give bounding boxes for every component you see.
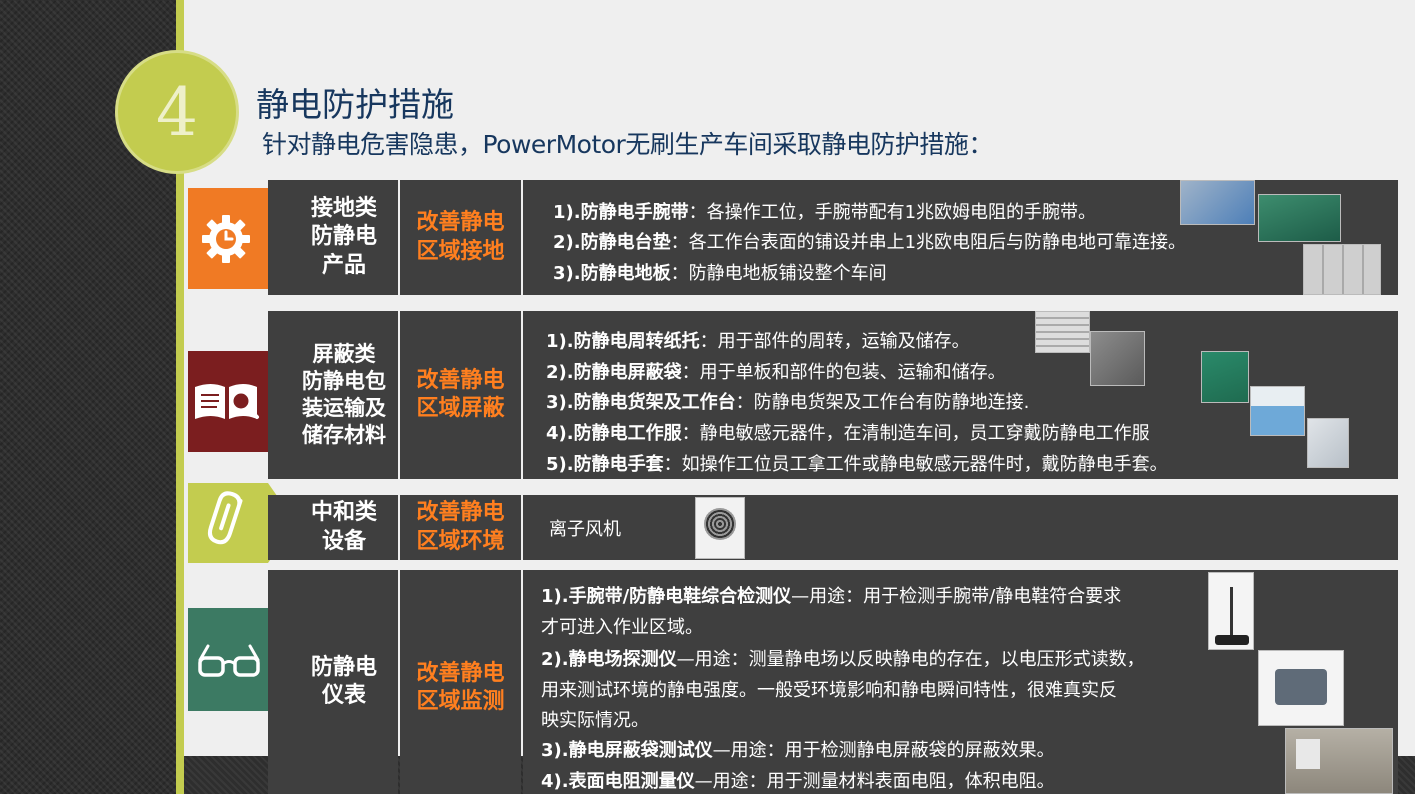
list-item: 才可进入作业区域。 — [541, 617, 703, 638]
tester-panel-icon — [1296, 739, 1320, 769]
book-search-icon — [195, 384, 259, 419]
list-item: 3).静电屏蔽袋测试仪—用途：用于检测静电屏蔽袋的屏蔽效果。 — [541, 740, 1055, 761]
list-item: 用来测试环境的静电强度。一般受环境影响和静电瞬间特性，很难真实反 — [541, 680, 1117, 701]
ion-fan-photo — [695, 497, 745, 559]
field-meter-photo — [1258, 650, 1344, 726]
gear-clock-icon — [202, 215, 250, 263]
shielding-bag-photo — [1090, 331, 1145, 386]
wrist-shoe-tester-photo — [1208, 572, 1254, 650]
slide-title: 静电防护措施 — [256, 85, 454, 124]
floor-tile-photo — [1303, 244, 1381, 295]
gloves-photo — [1307, 418, 1349, 468]
row-instruments: 防静电 仪表 改善静电 区域监测 1).手腕带/防静电鞋综合检测仪—用途：用于检… — [188, 570, 1398, 794]
workwear-photo — [1250, 386, 1305, 436]
list-item: 1).防静电周转纸托：用于部件的周转，运输及储存。 — [546, 331, 970, 352]
row-goal: 改善静电 区域环境 — [400, 495, 521, 560]
shelf-bench-photo — [1201, 351, 1249, 403]
list-item: 离子风机 — [549, 519, 621, 540]
tester-stand-icon — [1230, 587, 1233, 637]
row-details: 1).手腕带/防静电鞋综合检测仪—用途：用于检测手腕带/静电鞋符合要求 才可进入… — [523, 570, 1398, 794]
list-item: 2).防静电屏蔽袋：用于单板和部件的包装、运输和储存。 — [546, 362, 1006, 383]
wrist-strap-photo — [1180, 180, 1255, 225]
bag-tester-photo — [1285, 728, 1393, 794]
list-item: 1).手腕带/防静电鞋综合检测仪—用途：用于检测手腕带/静电鞋符合要求 — [541, 586, 1122, 607]
row-shielding: 屏蔽类 防静电包 装运输及 储存材料 改善静电 区域屏蔽 1).防静电周转纸托：… — [188, 311, 1398, 479]
glasses-icon — [198, 644, 260, 677]
list-item: 3).防静电地板：防静电地板铺设整个车间 — [553, 263, 887, 284]
list-item: 映实际情况。 — [541, 710, 649, 731]
list-item: 1).防静电手腕带：各操作工位，手腕带配有1兆欧姆电阻的手腕带。 — [553, 202, 1097, 223]
row-details: 离子风机 — [523, 495, 1398, 560]
row-goal: 改善静电 区域接地 — [400, 180, 521, 295]
row-neutralizing: 中和类 设备 改善静电 区域环境 离子风机 — [188, 483, 1398, 563]
meter-screen-icon — [1275, 669, 1327, 705]
list-item: 5).防静电手套：如操作工位员工拿工件或静电敏感元器件时，戴防静电手套。 — [546, 454, 1168, 475]
bench-mat-photo — [1258, 194, 1341, 242]
section-number: 4 — [156, 73, 198, 151]
row-category: 接地类 防静电 产品 — [268, 180, 398, 295]
slide-subtitle: 针对静电危害隐患，PowerMotor无刷生产车间采取静电防护措施： — [262, 130, 993, 159]
row-details: 1).防静电手腕带：各操作工位，手腕带配有1兆欧姆电阻的手腕带。 2).防静电台… — [523, 180, 1398, 295]
row-category: 屏蔽类 防静电包 装运输及 储存材料 — [268, 311, 398, 479]
row-goal: 改善静电 区域监测 — [400, 570, 521, 794]
list-item: 4).表面电阻测量仪—用途：用于测量材料表面电阻，体积电阻。 — [541, 771, 1055, 792]
row-goal: 改善静电 区域屏蔽 — [400, 311, 521, 479]
row-category: 防静电 仪表 — [268, 570, 398, 794]
list-item: 3).防静电货架及工作台：防静电货架及工作台有防静地连接. — [546, 392, 1030, 413]
row-category: 中和类 设备 — [268, 495, 398, 560]
list-item: 2).防静电台垫：各工作台表面的铺设并串上1兆欧电阻后与防静电地可靠连接。 — [553, 232, 1187, 253]
paperclip-icon — [207, 491, 243, 545]
row-grounding: 接地类 防静电 产品 改善静电 区域接地 1).防静电手腕带：各操作工位，手腕带… — [188, 180, 1398, 295]
paper-tray-photo — [1035, 311, 1090, 353]
fan-grille-icon — [704, 508, 736, 540]
section-number-badge: 4 — [115, 50, 239, 174]
tester-base-icon — [1215, 635, 1249, 645]
list-item: 2).静电场探测仪—用途：测量静电场以反映静电的存在，以电压形式读数， — [541, 649, 1145, 670]
list-item: 4).防静电工作服：静电敏感元器件，在清制造车间，员工穿戴防静电工作服 — [546, 423, 1150, 444]
row-details: 1).防静电周转纸托：用于部件的周转，运输及储存。 2).防静电屏蔽袋：用于单板… — [523, 311, 1398, 479]
